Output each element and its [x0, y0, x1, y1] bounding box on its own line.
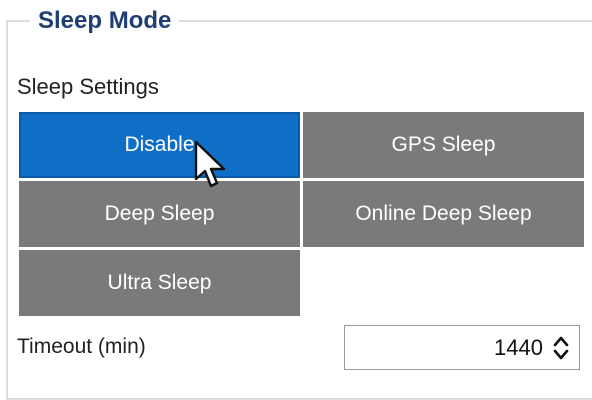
- timeout-label: Timeout (min): [17, 335, 146, 358]
- group-title: Sleep Mode: [30, 6, 180, 36]
- timeout-spinner[interactable]: 1440: [344, 325, 580, 370]
- mode-button-deep-sleep[interactable]: Deep Sleep: [19, 181, 300, 247]
- mode-button-gps-sleep[interactable]: GPS Sleep: [303, 112, 584, 178]
- timeout-value[interactable]: 1440: [494, 335, 551, 361]
- sleep-settings-label: Sleep Settings: [17, 74, 159, 99]
- spinner-arrows-icon[interactable]: [551, 333, 571, 363]
- mode-button-online-deep-sleep[interactable]: Online Deep Sleep: [303, 181, 584, 247]
- mode-button-disable[interactable]: Disable: [19, 112, 300, 178]
- mode-button-ultra-sleep[interactable]: Ultra Sleep: [19, 250, 300, 316]
- sleep-mode-options: Disable GPS Sleep Deep Sleep Online Deep…: [19, 112, 584, 316]
